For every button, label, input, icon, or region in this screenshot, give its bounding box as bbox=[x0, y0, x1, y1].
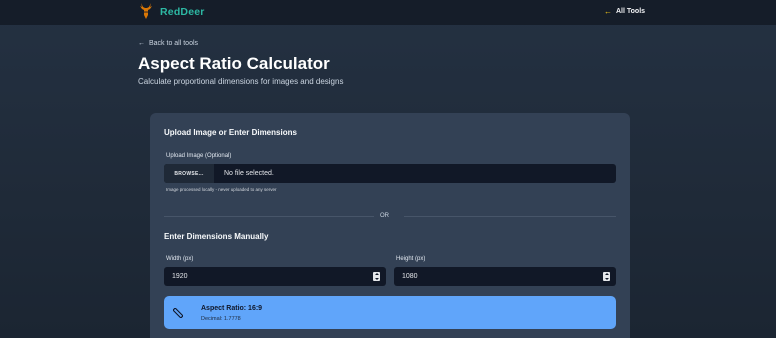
deer-logo-icon bbox=[140, 3, 152, 19]
brand-logo[interactable]: RedDeer bbox=[138, 2, 205, 22]
ruler-icon bbox=[173, 308, 183, 318]
height-value: 1080 bbox=[402, 273, 418, 280]
all-tools-link[interactable]: ← All Tools bbox=[604, 7, 645, 16]
file-status: No file selected. bbox=[224, 170, 274, 177]
height-input[interactable]: 1080 bbox=[394, 267, 616, 286]
file-upload-input[interactable]: BROWSE... No file selected. bbox=[164, 164, 616, 183]
page-subtitle: Calculate proportional dimensions for im… bbox=[138, 77, 344, 86]
height-label: Height (px) bbox=[396, 256, 426, 262]
or-divider-label: OR bbox=[380, 213, 389, 219]
aspect-ratio-decimal: Decimal: 1.7778 bbox=[201, 316, 241, 322]
browse-button[interactable]: BROWSE... bbox=[164, 164, 214, 183]
divider-left bbox=[164, 216, 374, 217]
back-link[interactable]: ← Back to all tools bbox=[138, 40, 198, 47]
arrow-left-icon: ← bbox=[604, 7, 612, 16]
all-tools-label: All Tools bbox=[616, 8, 646, 15]
upload-field-label: Upload Image (Optional) bbox=[166, 153, 232, 159]
calculator-card: Upload Image or Enter Dimensions Upload … bbox=[150, 113, 630, 338]
arrow-left-icon: ← bbox=[138, 40, 145, 47]
top-navigation-bar: RedDeer ← All Tools bbox=[0, 0, 776, 25]
manual-section-title: Enter Dimensions Manually bbox=[164, 232, 269, 241]
width-input[interactable]: 1920 bbox=[164, 267, 386, 286]
width-label: Width (px) bbox=[166, 256, 194, 262]
upload-section-title: Upload Image or Enter Dimensions bbox=[164, 128, 297, 137]
upload-hint: Image processed locally - never uploaded… bbox=[166, 187, 277, 192]
width-value: 1920 bbox=[172, 273, 188, 280]
page-title: Aspect Ratio Calculator bbox=[138, 54, 330, 73]
brand-name: RedDeer bbox=[160, 6, 205, 18]
aspect-ratio-text: Aspect Ratio: 16:9 bbox=[201, 305, 263, 312]
width-stepper-icon[interactable] bbox=[373, 272, 380, 281]
height-stepper-icon[interactable] bbox=[603, 272, 610, 281]
back-link-label: Back to all tools bbox=[149, 40, 199, 47]
divider-right bbox=[404, 216, 616, 217]
aspect-ratio-result: Aspect Ratio: 16:9 Decimal: 1.7778 bbox=[164, 296, 616, 329]
